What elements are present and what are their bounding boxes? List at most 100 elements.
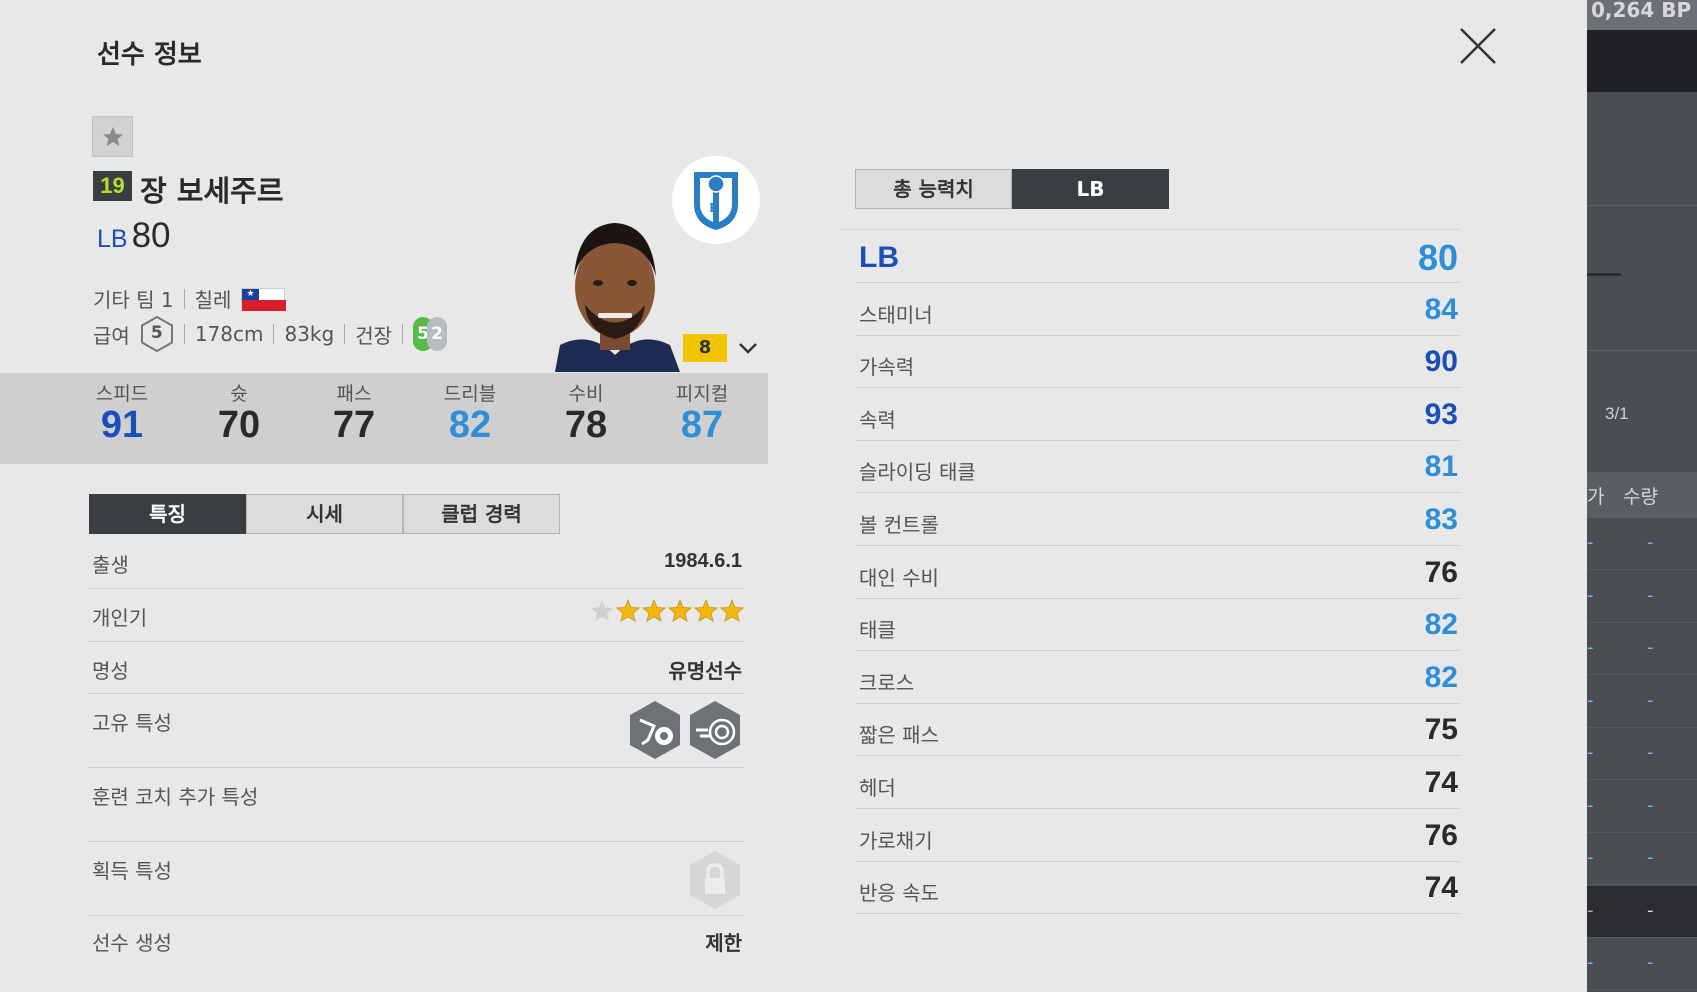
player-overall: 80 [131, 216, 171, 255]
row-price: - [1587, 637, 1594, 658]
summary-stat-value: 78 [564, 404, 608, 446]
popularity-label: 개인기 [92, 606, 148, 630]
attribute-value: 75 [1424, 713, 1458, 747]
row-quantity: - [1647, 794, 1654, 816]
attribute-value: 74 [1424, 766, 1458, 799]
row-quantity: - [1647, 689, 1654, 711]
attribute-value: 93 [1424, 397, 1458, 431]
height: 178cm [194, 322, 264, 346]
attribute-label: LB [859, 241, 899, 274]
attribute-row: 스태미너 84 [855, 284, 1460, 336]
background-header-bar [1587, 30, 1697, 92]
attribute-label: 대인 수비 [859, 565, 939, 590]
attribute-value: 84 [1424, 292, 1458, 326]
summary-stat: 패스 77 [299, 379, 409, 447]
trait-cross-icon[interactable] [688, 700, 742, 760]
background-table-row[interactable]: -- [1587, 728, 1697, 780]
tab-price[interactable]: 시세 [246, 494, 403, 534]
weight: 83kg [284, 322, 335, 346]
background-slider[interactable] [1587, 273, 1621, 276]
star-filled-icon [668, 599, 692, 622]
popularity-stars [590, 599, 744, 623]
summary-stat-value: 77 [332, 404, 376, 446]
attribute-row: 대인 수비 76 [855, 547, 1460, 599]
attribute-row: 헤더 74 [855, 757, 1460, 809]
coach-traits-label: 훈련 코치 추가 특성 [92, 785, 259, 809]
row-quantity: - [1647, 847, 1654, 868]
detail-row-player-create: 선수 생성 제한 [89, 916, 744, 968]
star-filled-icon [694, 599, 718, 622]
favorite-button[interactable] [92, 116, 133, 157]
player-portrait [530, 215, 700, 372]
body-type: 건장 [355, 323, 393, 348]
wage-label: 급여 [93, 323, 130, 348]
background-table-row[interactable]: -- [1587, 885, 1697, 938]
attribute-label: 헤더 [859, 776, 896, 800]
row-price: - [1587, 584, 1594, 606]
summary-stat: 스피드 91 [67, 379, 177, 447]
background-table-row[interactable]: -- [1587, 518, 1697, 570]
chevron-down-icon[interactable] [736, 336, 760, 360]
detail-row-reputation: 명성 유명선수 [89, 642, 744, 694]
page-indicator: 3/1 [1605, 404, 1629, 423]
background-table-row[interactable]: -- [1587, 938, 1697, 990]
row-price: - [1587, 794, 1594, 816]
tab-position-lb[interactable]: LB [1012, 169, 1169, 209]
close-button[interactable] [1458, 26, 1498, 66]
detail-row-coach-traits: 훈련 코치 추가 특성 [89, 768, 744, 842]
attribute-row: 태클 82 [855, 599, 1460, 652]
separator [273, 324, 275, 344]
lock-icon[interactable] [688, 850, 742, 910]
summary-stat: 피지컬 87 [647, 379, 757, 447]
unique-trait-icons [628, 700, 742, 760]
player-position: LB [97, 225, 128, 253]
row-price: - [1587, 532, 1594, 553]
row-quantity: - [1647, 584, 1654, 606]
background-table-row[interactable]: -- [1587, 781, 1697, 833]
reputation-value: 유명선수 [668, 659, 742, 683]
row-quantity: - [1647, 637, 1654, 658]
birth-value: 1984.6.1 [664, 550, 742, 572]
tab-features[interactable]: 특징 [89, 494, 246, 534]
separator [183, 288, 185, 309]
star-filled-icon [720, 599, 744, 622]
trait-dribble-icon[interactable] [628, 700, 682, 760]
background-table-row[interactable]: -- [1587, 571, 1697, 623]
reputation-label: 명성 [92, 659, 129, 683]
summary-stat-value: 82 [448, 404, 492, 446]
close-icon [1460, 28, 1496, 64]
attribute-row: 가로채기 76 [855, 810, 1460, 862]
attribute-row: 크로스 82 [855, 652, 1460, 704]
summary-stat-label: 피지컬 [675, 383, 729, 405]
player-info-modal: 선수 정보 19 장 보세주르 LB 80 기타 팀 1 칠레 ★ 급여 5 17… [0, 0, 1587, 992]
position-overall: LB 80 [97, 216, 171, 256]
attribute-value: 82 [1424, 608, 1458, 642]
attribute-value: 82 [1424, 660, 1458, 694]
club-logo: I [672, 156, 760, 244]
tab-total-ability[interactable]: 총 능력치 [855, 169, 1012, 209]
attribute-label: 가속력 [859, 355, 915, 380]
foot-ability: 5 2 [413, 317, 448, 351]
wage-value: 5 [150, 323, 163, 343]
row-quantity: - [1647, 532, 1654, 553]
row-price: - [1587, 742, 1594, 763]
svg-text:I: I [709, 201, 714, 216]
attribute-label: 스태미너 [859, 302, 933, 327]
background-table-row[interactable]: -- [1587, 623, 1697, 675]
background-table-row[interactable]: -- [1587, 833, 1697, 885]
attribute-row: 속력 93 [855, 389, 1460, 441]
season-grade-badge: 19 [93, 171, 132, 201]
attribute-row: 반응 속도 74 [855, 862, 1460, 915]
bp-balance: 0,264 BP [1587, 0, 1697, 30]
attribute-value: 76 [1424, 555, 1458, 589]
detail-row-acquired-traits: 획득 특성 [89, 842, 744, 916]
modal-title: 선수 정보 [97, 40, 202, 70]
physical-info-line: 급여 5 178cm 83kg 건장 5 2 [93, 316, 448, 352]
tab-club-career[interactable]: 클럽 경력 [403, 494, 560, 534]
summary-stat-value: 91 [100, 404, 144, 446]
attribute-row: 가속력 90 [855, 336, 1460, 389]
wage-badge: 5 [140, 316, 174, 352]
birth-label: 출생 [92, 553, 129, 577]
background-table-row[interactable]: -- [1587, 676, 1697, 728]
attribute-tabs: 총 능력치 LB [855, 169, 1169, 209]
